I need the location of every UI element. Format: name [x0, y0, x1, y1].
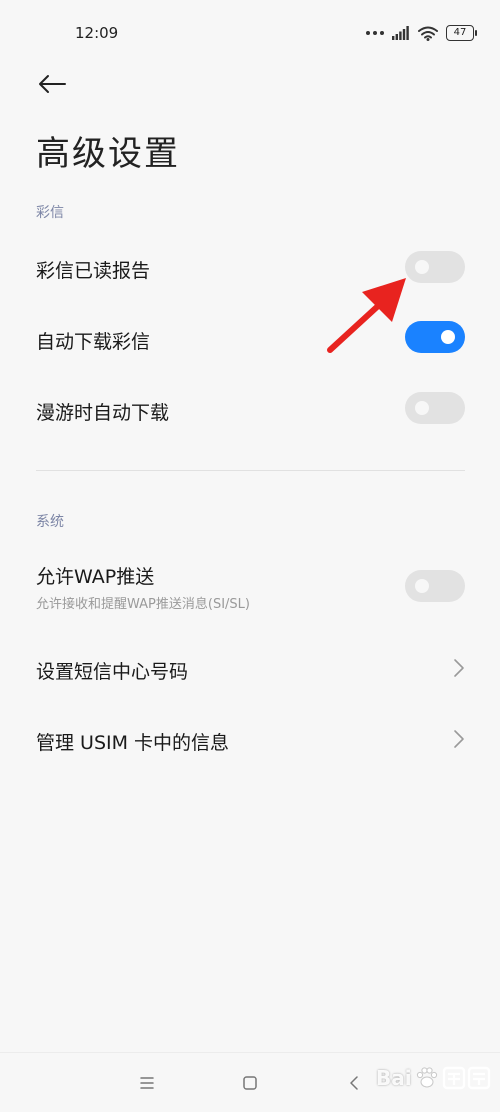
wifi-icon	[418, 26, 438, 41]
home-icon	[243, 1076, 257, 1090]
manage-usim-messages-row[interactable]: 管理 USIM 卡中的信息	[0, 708, 500, 768]
watermark-text: Bai	[376, 1066, 412, 1090]
row-title: 彩信已读报告	[36, 260, 151, 282]
menu-button[interactable]	[127, 1063, 167, 1103]
watermark: Bai	[376, 1062, 492, 1094]
section-label-mms: 彩信	[36, 205, 64, 221]
red-arrow-annotation	[327, 278, 406, 353]
row-title: 管理 USIM 卡中的信息	[36, 732, 230, 754]
row-title: 自动下载彩信	[36, 331, 151, 353]
menu-icon	[140, 1077, 154, 1089]
paw-logo-icon	[416, 1067, 437, 1088]
status-icons: 47	[366, 24, 477, 42]
page-title: 高级设置	[36, 134, 180, 174]
chevron-right-icon	[454, 659, 464, 677]
mms-read-report-toggle[interactable]	[405, 251, 465, 283]
chevron-right-icon	[454, 730, 464, 748]
watermark-logo-mark	[442, 1066, 490, 1090]
signal-icon	[392, 26, 409, 40]
toggle-knob	[415, 579, 429, 593]
row-title: 漫游时自动下载	[36, 402, 170, 424]
auto-download-mms-row[interactable]: 自动下载彩信	[0, 307, 500, 367]
status-bar: 12:09 47	[0, 0, 500, 66]
row-title: 设置短信中心号码	[36, 661, 189, 683]
back-icon	[350, 1076, 358, 1090]
section-divider	[36, 470, 465, 471]
toggle-knob	[415, 401, 429, 415]
status-time: 12:09	[75, 24, 119, 42]
auto-download-mms-toggle[interactable]	[405, 321, 465, 353]
home-button[interactable]	[230, 1063, 270, 1103]
more-dots-icon	[366, 31, 384, 35]
toggle-knob	[441, 330, 455, 344]
back-button[interactable]	[34, 66, 70, 102]
sms-center-number-row[interactable]: 设置短信中心号码	[0, 637, 500, 697]
row-subtitle: 允许接收和提醒WAP推送消息(SI/SL)	[36, 597, 250, 612]
allow-wap-push-row[interactable]: 允许WAP推送 允许接收和提醒WAP推送消息(SI/SL)	[0, 552, 500, 618]
roaming-auto-download-row[interactable]: 漫游时自动下载	[0, 378, 500, 438]
back-arrow-icon	[39, 75, 66, 93]
roaming-auto-download-toggle[interactable]	[405, 392, 465, 424]
nav-back-button[interactable]	[334, 1063, 374, 1103]
battery-icon: 47	[446, 25, 477, 41]
allow-wap-push-toggle[interactable]	[405, 570, 465, 602]
row-title: 允许WAP推送	[36, 566, 155, 588]
mms-read-report-row[interactable]: 彩信已读报告	[0, 236, 500, 296]
section-label-system: 系统	[36, 514, 64, 530]
toggle-knob	[415, 260, 429, 274]
